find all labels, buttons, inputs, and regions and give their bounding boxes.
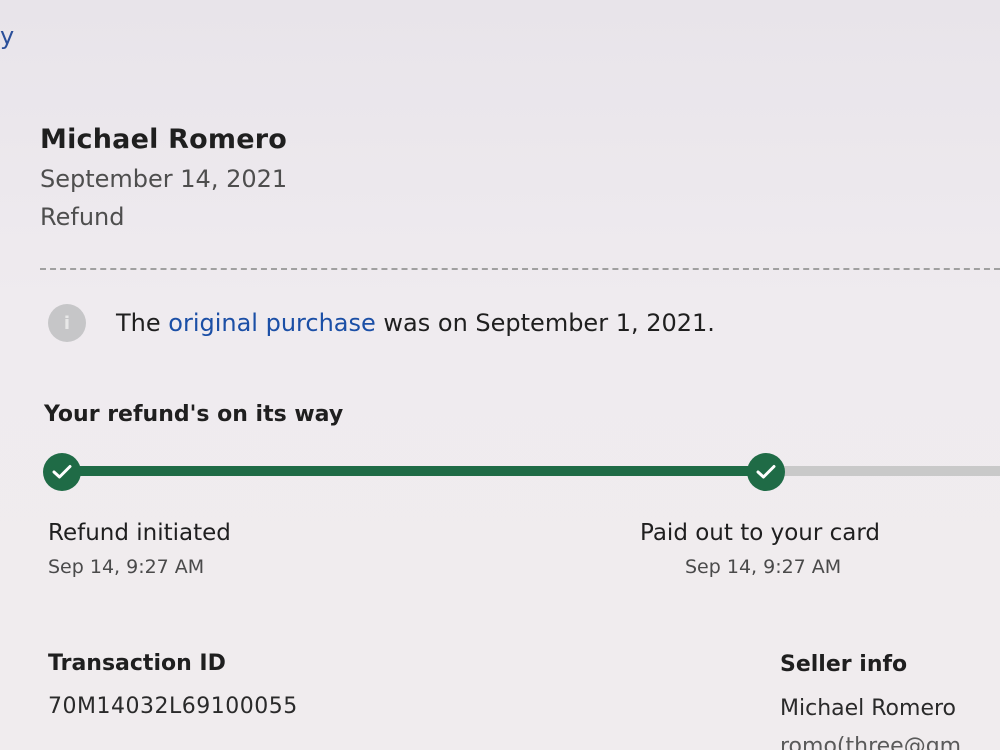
step-time-refund-initiated: Sep 14, 9:27 AM — [48, 556, 205, 578]
transaction-header: Michael Romero September 14, 2021 Refund — [40, 124, 287, 231]
notice-prefix: The — [116, 309, 169, 337]
refund-progress-track — [62, 466, 1000, 476]
step-complete-check-icon — [43, 453, 81, 491]
transaction-type: Refund — [40, 203, 125, 231]
step-time-paid-out: Sep 14, 9:27 AM — [685, 556, 842, 578]
refund-status-title: Your refund's on its way — [44, 402, 344, 427]
refund-details-page: y Michael Romero September 14, 2021 Refu… — [0, 0, 1000, 750]
notice-suffix: was on September 1, 2021. — [375, 309, 715, 337]
refund-progress-fill — [62, 466, 766, 476]
original-purchase-notice: i The original purchase was on September… — [48, 304, 715, 342]
info-icon: i — [48, 304, 86, 342]
step-label-paid-out: Paid out to your card — [640, 520, 881, 546]
seller-email[interactable]: romo(three@gm — [780, 734, 961, 750]
step-label-refund-initiated: Refund initiated — [48, 520, 231, 546]
transaction-date: September 14, 2021 — [40, 165, 288, 193]
dashed-divider — [40, 268, 1000, 270]
seller-name: Michael Romero — [780, 696, 956, 721]
back-link[interactable]: y — [0, 22, 14, 50]
original-purchase-link[interactable]: original purchase — [168, 309, 376, 337]
step-complete-check-icon — [747, 453, 785, 491]
notice-text: The original purchase was on September 1… — [116, 309, 715, 337]
transaction-id-value: 70M14032L69100055 — [48, 694, 298, 719]
seller-info-label: Seller info — [780, 652, 908, 677]
transaction-id-label: Transaction ID — [48, 651, 226, 676]
counterparty-name: Michael Romero — [40, 124, 287, 155]
